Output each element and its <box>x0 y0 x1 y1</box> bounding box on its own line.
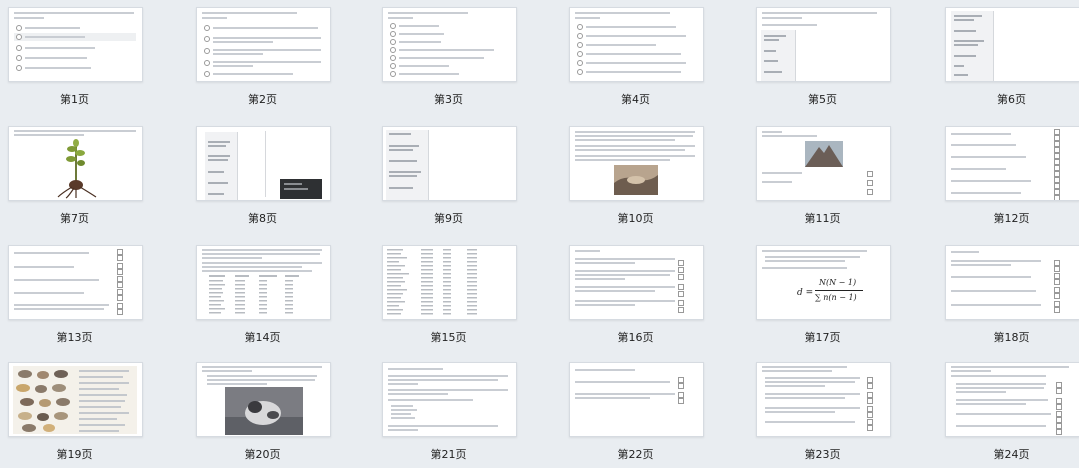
page-thumbnail-2[interactable]: 第2页 <box>196 7 331 111</box>
page-thumbnail-23[interactable]: 第23页 <box>756 362 891 466</box>
thumbnail-image <box>196 126 331 201</box>
page-thumbnail-3[interactable]: 第3页 <box>382 7 517 111</box>
thumbnail-image <box>8 362 143 437</box>
thumbnail-image <box>382 245 517 320</box>
page-label: 第19页 <box>56 448 93 461</box>
page-thumbnail-17[interactable]: d = N(N − 1) ∑ n(n − 1) 第17页 <box>756 245 891 349</box>
page-thumbnail-8[interactable]: 第8页 <box>196 126 331 230</box>
page-label: 第11页 <box>804 212 841 225</box>
thumbnail-image <box>8 7 143 82</box>
thumbnail-image <box>8 126 143 201</box>
thumbnail-image <box>382 362 517 437</box>
formula-denominator: ∑ n(n − 1) <box>815 293 857 302</box>
moth-specimens-image <box>13 366 137 434</box>
page-label: 第6页 <box>997 93 1026 106</box>
page-label: 第20页 <box>244 448 281 461</box>
thumbnail-image <box>945 7 1079 82</box>
page-thumbnail-11[interactable]: 第11页 <box>756 126 891 230</box>
page-thumbnail-24[interactable]: 第24页 <box>945 362 1079 466</box>
page-thumbnail-9[interactable]: 第9页 <box>382 126 517 230</box>
diversity-formula: d = N(N − 1) ∑ n(n − 1) <box>797 276 867 312</box>
thumbnail-image <box>569 126 704 201</box>
thumbnail-image <box>569 7 704 82</box>
page-label: 第21页 <box>430 448 467 461</box>
page-label: 第14页 <box>244 331 281 344</box>
page-label: 第17页 <box>804 331 841 344</box>
thumbnail-image <box>382 7 517 82</box>
thumbnail-image <box>196 245 331 320</box>
thumbnail-image <box>8 245 143 320</box>
page-label: 第7页 <box>60 212 89 225</box>
page-thumbnail-18[interactable]: 第18页 <box>945 245 1079 349</box>
page-thumbnail-21[interactable]: 第21页 <box>382 362 517 466</box>
page-thumbnail-5[interactable]: 第5页 <box>756 7 891 111</box>
page-label: 第15页 <box>430 331 467 344</box>
page-thumbnail-22[interactable]: 第22页 <box>569 362 704 466</box>
data-table <box>387 249 477 315</box>
mountain-photo <box>805 141 843 167</box>
page-thumbnail-15[interactable]: 第15页 <box>382 245 517 349</box>
page-label: 第22页 <box>617 448 654 461</box>
thumbnail-image <box>756 362 891 437</box>
plant-seedling-image <box>57 139 97 199</box>
thumbnail-image <box>945 362 1079 437</box>
thumbnail-image <box>945 245 1079 320</box>
page-thumbnail-1[interactable]: 第1页 <box>8 7 143 111</box>
page-label: 第18页 <box>993 331 1030 344</box>
thumbnail-image <box>196 7 331 82</box>
thumbnail-image <box>756 126 891 201</box>
page-label: 第3页 <box>434 93 463 106</box>
page-label: 第5页 <box>808 93 837 106</box>
formula-numerator: N(N − 1) <box>819 278 857 287</box>
page-label: 第9页 <box>434 212 463 225</box>
formula-lhs: d = <box>797 288 814 298</box>
page-label: 第24页 <box>993 448 1030 461</box>
dog-photo <box>225 387 303 435</box>
page-thumbnail-4[interactable]: 第4页 <box>569 7 704 111</box>
page-thumbnail-7[interactable]: 第7页 <box>8 126 143 230</box>
thumbnail-image <box>756 7 891 82</box>
page-label: 第8页 <box>248 212 277 225</box>
page-thumbnail-16[interactable]: 第16页 <box>569 245 704 349</box>
page-label: 第4页 <box>621 93 650 106</box>
page-thumbnail-13[interactable]: 第13页 <box>8 245 143 349</box>
page-thumbnail-14[interactable]: 第14页 <box>196 245 331 349</box>
page-thumbnail-grid: 第1页 第2页 第3页 第4页 第5页 第6页 第7页 第8页 第9页 第10页… <box>0 0 1079 468</box>
page-thumbnail-20[interactable]: 第20页 <box>196 362 331 466</box>
thumbnail-image <box>569 362 704 437</box>
thumbnail-image <box>945 126 1079 201</box>
data-table <box>209 275 299 314</box>
page-thumbnail-10[interactable]: 第10页 <box>569 126 704 230</box>
page-label: 第13页 <box>56 331 93 344</box>
thumbnail-image <box>382 126 517 201</box>
page-label: 第2页 <box>248 93 277 106</box>
page-label: 第12页 <box>993 212 1030 225</box>
hands-photo <box>614 165 658 195</box>
page-thumbnail-6[interactable]: 第6页 <box>945 7 1079 111</box>
thumbnail-image: d = N(N − 1) ∑ n(n − 1) <box>756 245 891 320</box>
page-thumbnail-19[interactable]: 第19页 <box>8 362 143 466</box>
page-thumbnail-12[interactable]: 第12页 <box>945 126 1079 230</box>
page-label: 第16页 <box>617 331 654 344</box>
page-label: 第10页 <box>617 212 654 225</box>
thumbnail-image <box>196 362 331 437</box>
page-label: 第1页 <box>60 93 89 106</box>
page-label: 第23页 <box>804 448 841 461</box>
thumbnail-image <box>569 245 704 320</box>
